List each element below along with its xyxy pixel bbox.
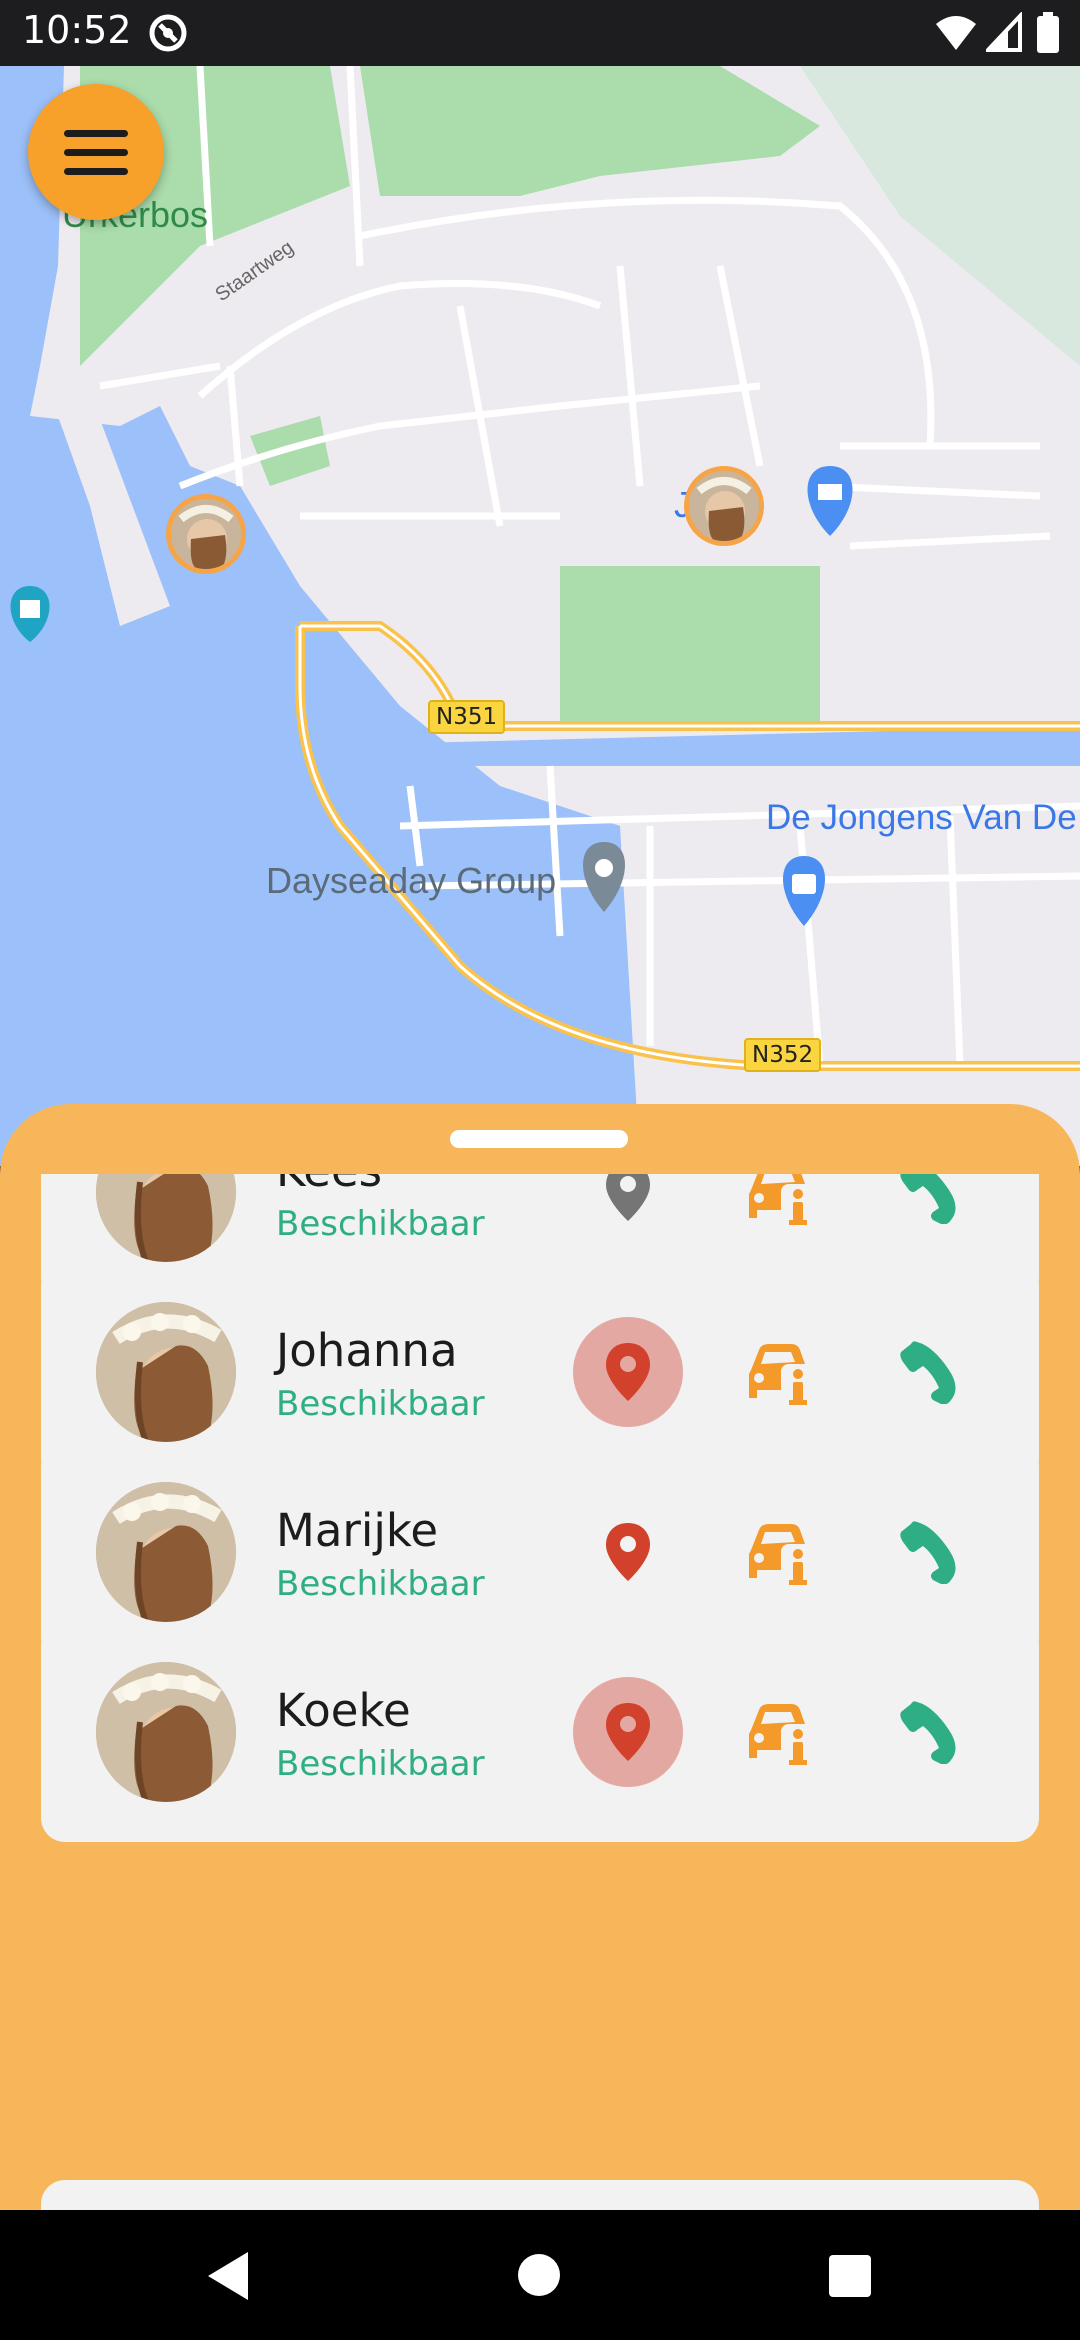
contact-status: Beschikbaar xyxy=(276,1384,485,1424)
avatar xyxy=(96,1302,236,1442)
contact-list[interactable]: Kees Beschikbaar Johanna Beschikbaar Marijke… xyxy=(0,1174,1080,2210)
battery-icon xyxy=(1036,12,1060,59)
contact-name: Koeke xyxy=(276,1684,411,1737)
call-button[interactable] xyxy=(899,1520,963,1589)
contact-name: Marijke xyxy=(276,1504,439,1557)
car-info-button[interactable] xyxy=(745,1174,811,1231)
car-info-icon xyxy=(749,1344,807,1405)
car-info-icon xyxy=(749,1704,807,1765)
call-button[interactable] xyxy=(899,1340,963,1409)
map-label-jongens: De Jongens Van De xyxy=(766,798,1077,837)
contact-card[interactable]: Koeke Beschikbaar xyxy=(41,1622,1039,1842)
location-pin-icon xyxy=(606,1174,650,1221)
road-badge-n352: N352 xyxy=(744,1038,822,1072)
app-notification-icon xyxy=(148,13,188,58)
car-info-icon xyxy=(749,1524,807,1585)
nav-home-icon[interactable] xyxy=(518,2254,560,2296)
car-info-icon xyxy=(749,1174,807,1225)
phone-icon xyxy=(900,1521,956,1585)
phone-icon xyxy=(900,1341,956,1405)
road-badge-n351: N351 xyxy=(428,700,506,734)
nav-back-icon[interactable] xyxy=(204,2250,252,2307)
contact-status: Beschikbaar xyxy=(276,1204,485,1244)
call-button[interactable] xyxy=(899,1174,963,1229)
sheet-drag-handle[interactable] xyxy=(450,1130,628,1148)
location-button[interactable] xyxy=(573,1317,683,1427)
menu-button[interactable] xyxy=(28,84,164,220)
contacts-bottom-sheet[interactable]: Kees Beschikbaar Johanna Beschikbaar Marijke… xyxy=(0,1104,1080,2210)
navigation-bar xyxy=(0,2210,1080,2340)
map-label-dayseaday: Dayseaday Group xyxy=(266,860,557,901)
avatar xyxy=(96,1662,236,1802)
phone-icon xyxy=(900,1701,956,1765)
map-contact-marker[interactable] xyxy=(684,466,764,546)
contact-status: Beschikbaar xyxy=(276,1744,485,1784)
location-pin-icon xyxy=(606,1523,650,1581)
status-bar: 10:52 xyxy=(0,0,1080,66)
contact-name: Johanna xyxy=(276,1324,458,1377)
contact-status: Beschikbaar xyxy=(276,1564,485,1604)
car-info-button[interactable] xyxy=(745,1700,811,1771)
phone-icon xyxy=(900,1174,956,1225)
call-button[interactable] xyxy=(899,1700,963,1769)
location-pin-icon xyxy=(606,1343,650,1401)
wifi-icon xyxy=(934,12,978,57)
car-info-button[interactable] xyxy=(745,1340,811,1411)
avatar xyxy=(96,1482,236,1622)
map-view[interactable]: Urkerbos Staartweg J bo De Jongens Van D… xyxy=(0,66,1080,1166)
location-button[interactable] xyxy=(573,1174,683,1247)
contact-card[interactable] xyxy=(41,2180,1039,2210)
shopping-bag-poi-icon xyxy=(783,856,825,926)
nav-recents-icon[interactable] xyxy=(829,2255,871,2297)
signal-icon xyxy=(983,10,1024,57)
location-button[interactable] xyxy=(573,1497,683,1607)
car-info-button[interactable] xyxy=(745,1520,811,1591)
map-contact-marker[interactable] xyxy=(166,494,246,574)
contact-name: Kees xyxy=(276,1174,382,1197)
shop-poi-icon xyxy=(807,466,853,536)
location-pin-icon xyxy=(606,1703,650,1761)
location-button[interactable] xyxy=(573,1677,683,1787)
avatar xyxy=(96,1174,236,1262)
status-time: 10:52 xyxy=(22,8,132,52)
